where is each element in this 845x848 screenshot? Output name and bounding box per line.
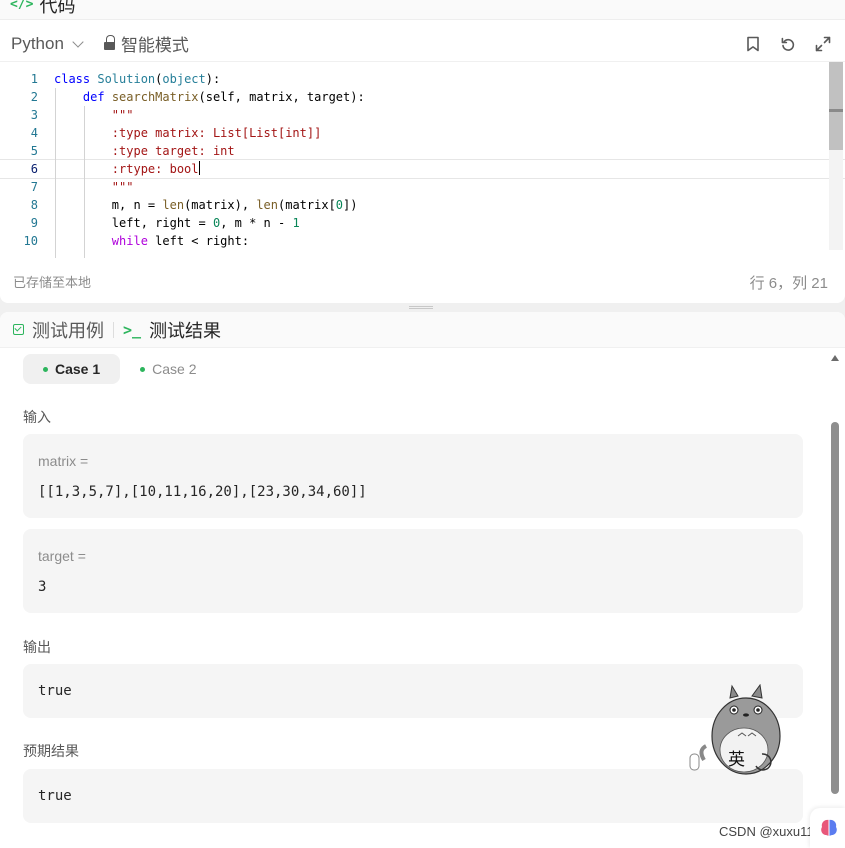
expected-label: 预期结果 <box>23 743 79 759</box>
indent-guide <box>55 88 56 258</box>
text-cursor <box>198 161 201 175</box>
code-text: def searchMatrix(self, matrix, target): <box>82 90 365 104</box>
line-number: 1 <box>30 72 38 86</box>
test-panel-tabs: 测试用例 >_ 测试结果 <box>0 312 845 348</box>
tab-test-result-label: 测试结果 <box>149 320 222 341</box>
code-line: 4 :type matrix: List[List[int]] <box>0 124 845 142</box>
cursor-position: 行 6，列 21 <box>749 275 828 292</box>
code-text: :rtype: bool <box>111 161 201 176</box>
line-number: 7 <box>30 180 38 194</box>
save-status: 已存储至本地 <box>13 275 92 290</box>
input-label: 输入 <box>23 409 51 425</box>
reset-code-button[interactable] <box>779 35 797 53</box>
code-text: """ <box>111 180 134 194</box>
line-number: 3 <box>30 108 38 122</box>
line-number: 6 <box>30 162 38 176</box>
expected-value: true <box>38 788 72 804</box>
var-name: matrix = <box>38 453 89 469</box>
line-number: 10 <box>23 234 38 248</box>
editor-toolbar: Python 智能模式 <box>0 26 845 62</box>
scroll-up-arrow-icon[interactable] <box>831 355 839 361</box>
var-name: target = <box>38 548 86 564</box>
line-number: 5 <box>30 144 38 158</box>
code-text: :type target: int <box>111 144 235 158</box>
output-value: true <box>38 683 72 699</box>
mode-label: 智能模式 <box>120 36 189 55</box>
var-value: [[1,3,5,7],[10,11,16,20],[23,30,34,60]] <box>38 484 367 500</box>
case-selector: Case 1 Case 2 <box>23 354 217 384</box>
code-icon: </> <box>10 0 34 12</box>
code-line-current: 6 :rtype: bool <box>0 159 845 179</box>
code-line: 1 class Solution(object): <box>0 70 845 88</box>
line-number: 2 <box>30 90 38 104</box>
code-line: 2 def searchMatrix(self, matrix, target)… <box>0 88 845 106</box>
code-text: left, right = 0, m * n - 1 <box>111 216 300 230</box>
code-line: 7 """ <box>0 178 845 196</box>
assistant-button[interactable] <box>810 808 845 848</box>
code-editor[interactable]: 1 class Solution(object): 2 def searchMat… <box>0 70 845 250</box>
case-tab-2[interactable]: Case 2 <box>120 354 216 384</box>
language-select[interactable]: Python <box>11 33 84 54</box>
language-label: Python <box>11 33 64 53</box>
input-var-box: matrix = [[1,3,5,7],[10,11,16,20],[23,30… <box>23 434 803 518</box>
editor-status-bar: 已存储至本地 行 6，列 21 <box>13 272 828 293</box>
var-value: 3 <box>38 579 47 595</box>
tab-divider <box>113 321 114 338</box>
expected-box: true <box>23 769 803 823</box>
code-panel-title: 代码 <box>39 0 76 16</box>
tab-test-result[interactable]: >_ 测试结果 <box>123 317 221 343</box>
code-line: 8 m, n = len(matrix), len(matrix[0]) <box>0 196 845 214</box>
checkbox-icon <box>13 324 24 335</box>
bookmark-icon <box>747 36 759 51</box>
code-panel-header: </> 代码 <box>0 0 845 20</box>
code-text: m, n = len(matrix), len(matrix[0]) <box>111 198 358 212</box>
lock-icon <box>103 34 115 51</box>
cursor-position-marker <box>829 109 843 112</box>
code-line: 10 while left < right: <box>0 232 845 250</box>
status-dot-icon <box>43 366 48 372</box>
status-dot-icon <box>140 366 146 372</box>
case-tab-label: Case 2 <box>152 361 197 377</box>
editor-scrollbar[interactable] <box>829 62 843 250</box>
input-var-box: target = 3 <box>23 529 803 613</box>
ime-mascot-widget[interactable]: 英 <box>688 683 788 776</box>
tab-testcases-label: 测试用例 <box>32 320 104 341</box>
brain-icon <box>821 819 837 836</box>
line-number: 4 <box>30 126 38 140</box>
panel-resize-handle[interactable] <box>409 306 433 309</box>
code-text: :type matrix: List[List[int]] <box>111 126 322 140</box>
bookmark-button[interactable] <box>744 35 762 53</box>
fullscreen-button[interactable] <box>814 35 832 53</box>
code-text: """ <box>111 108 134 122</box>
tab-testcases[interactable]: 测试用例 <box>13 317 104 343</box>
code-line: 9 left, right = 0, m * n - 1 <box>0 214 845 232</box>
scrollbar-thumb[interactable] <box>829 62 843 150</box>
case-tab-label: Case 1 <box>55 361 101 377</box>
scrollbar-thumb[interactable] <box>831 422 839 794</box>
result-scrollbar[interactable] <box>828 352 842 812</box>
code-line: 5 :type target: int <box>0 142 845 160</box>
code-line: 3 """ <box>0 106 845 124</box>
code-panel: </> 代码 Python 智能模式 1 class Solution(objec… <box>0 0 845 303</box>
expand-icon <box>815 36 831 51</box>
undo-icon <box>781 37 795 51</box>
line-number: 8 <box>30 198 38 212</box>
output-label: 输出 <box>23 639 51 655</box>
ime-mode-text: 英 <box>728 750 745 769</box>
chevron-down-icon <box>72 35 84 48</box>
code-text: class Solution(object): <box>54 72 221 86</box>
mode-select[interactable]: 智能模式 <box>103 31 189 56</box>
terminal-icon: >_ <box>123 320 142 339</box>
line-number: 9 <box>30 216 38 230</box>
case-tab-1[interactable]: Case 1 <box>23 354 121 384</box>
indent-guide <box>84 106 85 258</box>
output-box: true <box>23 664 803 718</box>
